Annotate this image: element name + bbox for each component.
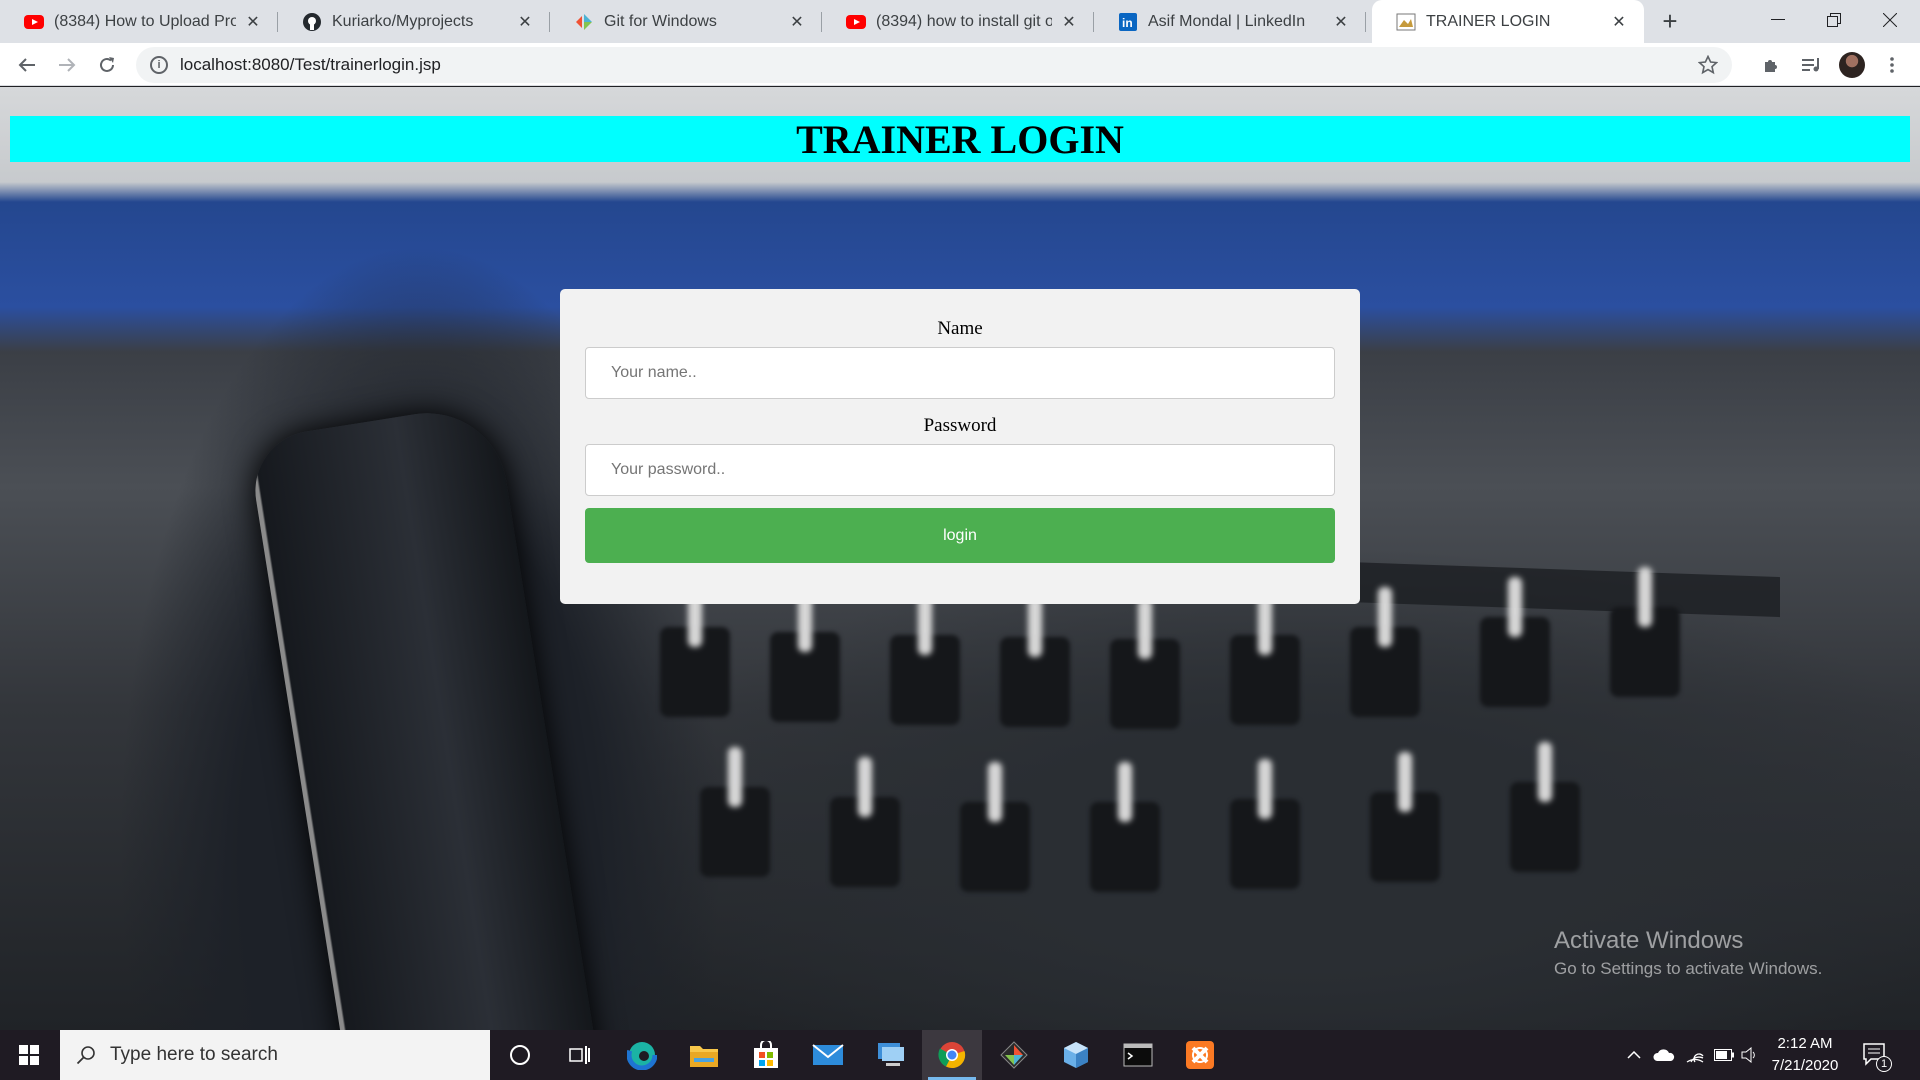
tab-close-icon[interactable]: ✕	[786, 11, 808, 33]
page-icon	[1396, 12, 1416, 32]
youtube-icon	[846, 12, 866, 32]
new-tab-button[interactable]: +	[1655, 6, 1685, 36]
tab-close-icon[interactable]: ✕	[1330, 11, 1352, 33]
watermark-title: Activate Windows	[1554, 927, 1744, 954]
tab-trainer-login[interactable]: TRAINER LOGIN ✕	[1372, 0, 1644, 43]
tab-close-icon[interactable]: ✕	[1058, 11, 1080, 33]
onedrive-cloud-icon[interactable]	[1650, 1030, 1678, 1080]
close-window-icon[interactable]	[1862, 0, 1918, 40]
page-title: TRAINER LOGIN	[796, 116, 1124, 162]
tab-title: (8384) How to Upload Projec	[54, 12, 236, 30]
task-view-icon[interactable]	[550, 1030, 610, 1080]
extensions-puzzle-icon[interactable]	[1756, 49, 1788, 81]
volume-icon[interactable]	[1738, 1030, 1762, 1080]
tab-title: TRAINER LOGIN	[1426, 12, 1551, 30]
tab-close-icon[interactable]: ✕	[242, 11, 264, 33]
store-icon[interactable]	[736, 1030, 796, 1080]
reload-icon[interactable]	[91, 49, 123, 81]
notification-badge: 1	[1876, 1056, 1892, 1072]
activate-windows-watermark: Activate Windows Go to Settings to activ…	[1554, 927, 1822, 979]
restore-icon[interactable]	[1806, 0, 1862, 40]
forward-arrow-icon[interactable]	[51, 49, 83, 81]
edge-icon[interactable]	[612, 1030, 672, 1080]
tab-linkedin[interactable]: in Asif Mondal | LinkedIn ✕	[1094, 0, 1366, 43]
tab-youtube-upload[interactable]: (8384) How to Upload Projec ✕	[0, 0, 278, 43]
tab-close-icon[interactable]: ✕	[514, 11, 536, 33]
page-viewport: TRAINER LOGIN Name Password login Activa…	[0, 87, 1920, 1030]
login-button[interactable]: login	[585, 508, 1335, 563]
login-form: Name Password login	[560, 289, 1360, 604]
tab-strip: (8384) How to Upload Projec ✕ Kuriarko/M…	[0, 0, 1920, 43]
windows-taskbar: Type here to search 2:12 AM 7/21/2020 1	[0, 1030, 1920, 1080]
bookmark-star-icon[interactable]	[1697, 54, 1719, 80]
taskbar-search-box[interactable]: Type here to search	[60, 1030, 490, 1080]
git-for-windows-icon	[574, 12, 594, 32]
tab-title: Git for Windows	[604, 12, 717, 30]
site-info-icon[interactable]: i	[150, 56, 168, 74]
svg-text:in: in	[1122, 16, 1133, 30]
minimize-icon[interactable]	[1750, 0, 1806, 40]
url-text: localhost:8080/Test/trainerlogin.jsp	[180, 55, 441, 74]
battery-icon[interactable]	[1711, 1030, 1737, 1080]
terminal-icon[interactable]	[1108, 1030, 1168, 1080]
password-label: Password	[923, 415, 997, 436]
chrome-icon[interactable]	[922, 1030, 982, 1080]
browser-toolbar: i localhost:8080/Test/trainerlogin.jsp	[0, 43, 1920, 86]
watermark-subtitle: Go to Settings to activate Windows.	[1554, 959, 1823, 978]
tray-chevron-up-icon[interactable]	[1622, 1030, 1646, 1080]
mail-icon[interactable]	[798, 1030, 858, 1080]
wifi-icon[interactable]	[1682, 1030, 1708, 1080]
tab-youtube-install-git[interactable]: (8394) how to install git on w ✕	[822, 0, 1094, 43]
system-clock[interactable]: 2:12 AM 7/21/2020	[1760, 1030, 1850, 1080]
youtube-icon	[24, 12, 44, 32]
name-label: Name	[937, 318, 983, 339]
media-queue-icon[interactable]	[1796, 49, 1828, 81]
clock-date: 7/21/2020	[1771, 1057, 1839, 1074]
action-center-icon[interactable]: 1	[1862, 1042, 1892, 1072]
file-explorer-icon[interactable]	[674, 1030, 734, 1080]
xampp-icon[interactable]	[1170, 1030, 1230, 1080]
github-icon	[302, 12, 322, 32]
tab-github[interactable]: Kuriarko/Myprojects ✕	[278, 0, 550, 43]
tab-title: Kuriarko/Myprojects	[332, 12, 474, 30]
background-bench	[246, 401, 604, 1030]
linkedin-icon: in	[1118, 12, 1138, 32]
search-placeholder: Type here to search	[110, 1044, 278, 1065]
address-bar[interactable]: i localhost:8080/Test/trainerlogin.jsp	[136, 47, 1732, 83]
browser-menu-icon[interactable]	[1876, 49, 1908, 81]
search-icon	[76, 1046, 95, 1065]
name-input[interactable]	[585, 347, 1335, 399]
tab-title: (8394) how to install git on w	[876, 12, 1052, 30]
back-arrow-icon[interactable]	[11, 49, 43, 81]
cortana-icon[interactable]	[490, 1030, 550, 1080]
tab-close-icon[interactable]: ✕	[1608, 11, 1630, 33]
virtualbox-icon[interactable]	[1046, 1030, 1106, 1080]
tab-title: Asif Mondal | LinkedIn	[1148, 12, 1306, 30]
git-icon[interactable]	[984, 1030, 1044, 1080]
password-input[interactable]	[585, 444, 1335, 496]
tab-git-for-windows[interactable]: Git for Windows ✕	[550, 0, 822, 43]
windows-start-icon[interactable]	[0, 1030, 58, 1080]
clock-time: 2:12 AM	[1777, 1035, 1833, 1052]
page-header-banner: TRAINER LOGIN	[10, 116, 1910, 162]
remote-desktop-icon[interactable]	[860, 1030, 920, 1080]
profile-avatar[interactable]	[1839, 52, 1865, 78]
